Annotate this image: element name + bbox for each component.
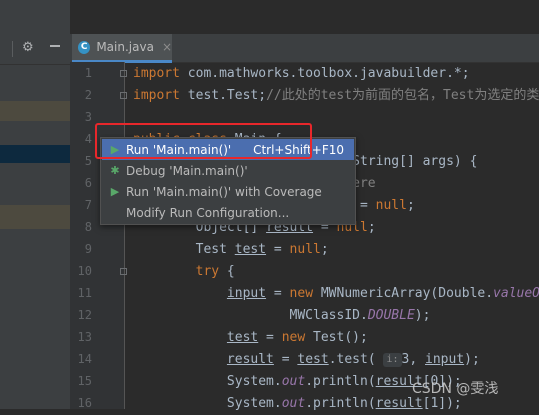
tab-main-java[interactable]: C Main.java × [72, 34, 172, 63]
code-line-14[interactable]: result = test.test( i: 3, input); [133, 349, 480, 371]
line-number: 6 [84, 176, 92, 190]
menu-item-label: Run 'Main.main()' with Coverage [126, 184, 322, 199]
menu-item-coverage[interactable]: ▶ Run 'Main.main()' with Coverage [102, 181, 354, 202]
fold-icon[interactable] [120, 70, 127, 77]
close-icon[interactable]: × [162, 40, 172, 54]
code-line-12[interactable]: MWClassID.DOUBLE); [133, 305, 431, 327]
line-number: 2 [84, 88, 92, 102]
line-number: 11 [77, 286, 92, 300]
code-line-2[interactable]: import test.Test;//此处的test为前面的包名，Test为选定… [133, 85, 539, 107]
line-number: 1 [84, 66, 92, 80]
gear-icon[interactable]: ⚙ [22, 40, 34, 55]
code-line-10[interactable]: try { [133, 261, 235, 283]
fold-icon[interactable] [120, 268, 127, 275]
line-number: 16 [77, 396, 92, 410]
code-line-11[interactable]: input = new MWNumericArray(Double.valueO… [133, 283, 539, 305]
menu-item-debug[interactable]: ✱ Debug 'Main.main()' [102, 160, 354, 181]
line-number: 14 [77, 352, 92, 366]
fold-icon[interactable] [120, 92, 127, 99]
parameter-hint: i: [383, 352, 402, 367]
java-class-icon: C [78, 40, 91, 54]
tab-label: Main.java [96, 40, 154, 54]
watermark: CSDN @雯浅 [412, 381, 499, 397]
code-line-13[interactable]: test = new Test(); [133, 327, 368, 349]
project-tree-row[interactable] [0, 101, 70, 121]
project-toolbar [0, 34, 70, 65]
toolbar-divider [12, 41, 13, 57]
line-number: 12 [77, 308, 92, 322]
line-number: 5 [84, 154, 92, 168]
line-number: 3 [84, 110, 92, 124]
code-line-1[interactable]: import com.mathworks.toolbox.javabuilder… [133, 63, 470, 85]
line-number: 13 [77, 330, 92, 344]
line-number: 8 [84, 220, 92, 234]
highlight-annotation-box [95, 123, 312, 159]
line-number: 9 [84, 242, 92, 256]
coverage-icon: ▶ [110, 185, 120, 198]
menu-item-modify-config[interactable]: Modify Run Configuration... [102, 202, 354, 223]
project-tree-row[interactable] [0, 205, 70, 229]
line-number: 4 [84, 132, 92, 146]
gutter-divider [124, 62, 125, 409]
code-line-9[interactable]: Test test = null; [133, 239, 329, 261]
line-number: 10 [77, 264, 92, 278]
minimize-icon[interactable] [50, 45, 60, 47]
line-number: 7 [84, 198, 92, 212]
menu-item-label: Debug 'Main.main()' [126, 163, 248, 178]
project-tree-row-selected[interactable] [0, 145, 70, 163]
menu-item-label: Modify Run Configuration... [126, 205, 290, 220]
line-number: 15 [77, 374, 92, 388]
debug-icon: ✱ [110, 164, 120, 177]
